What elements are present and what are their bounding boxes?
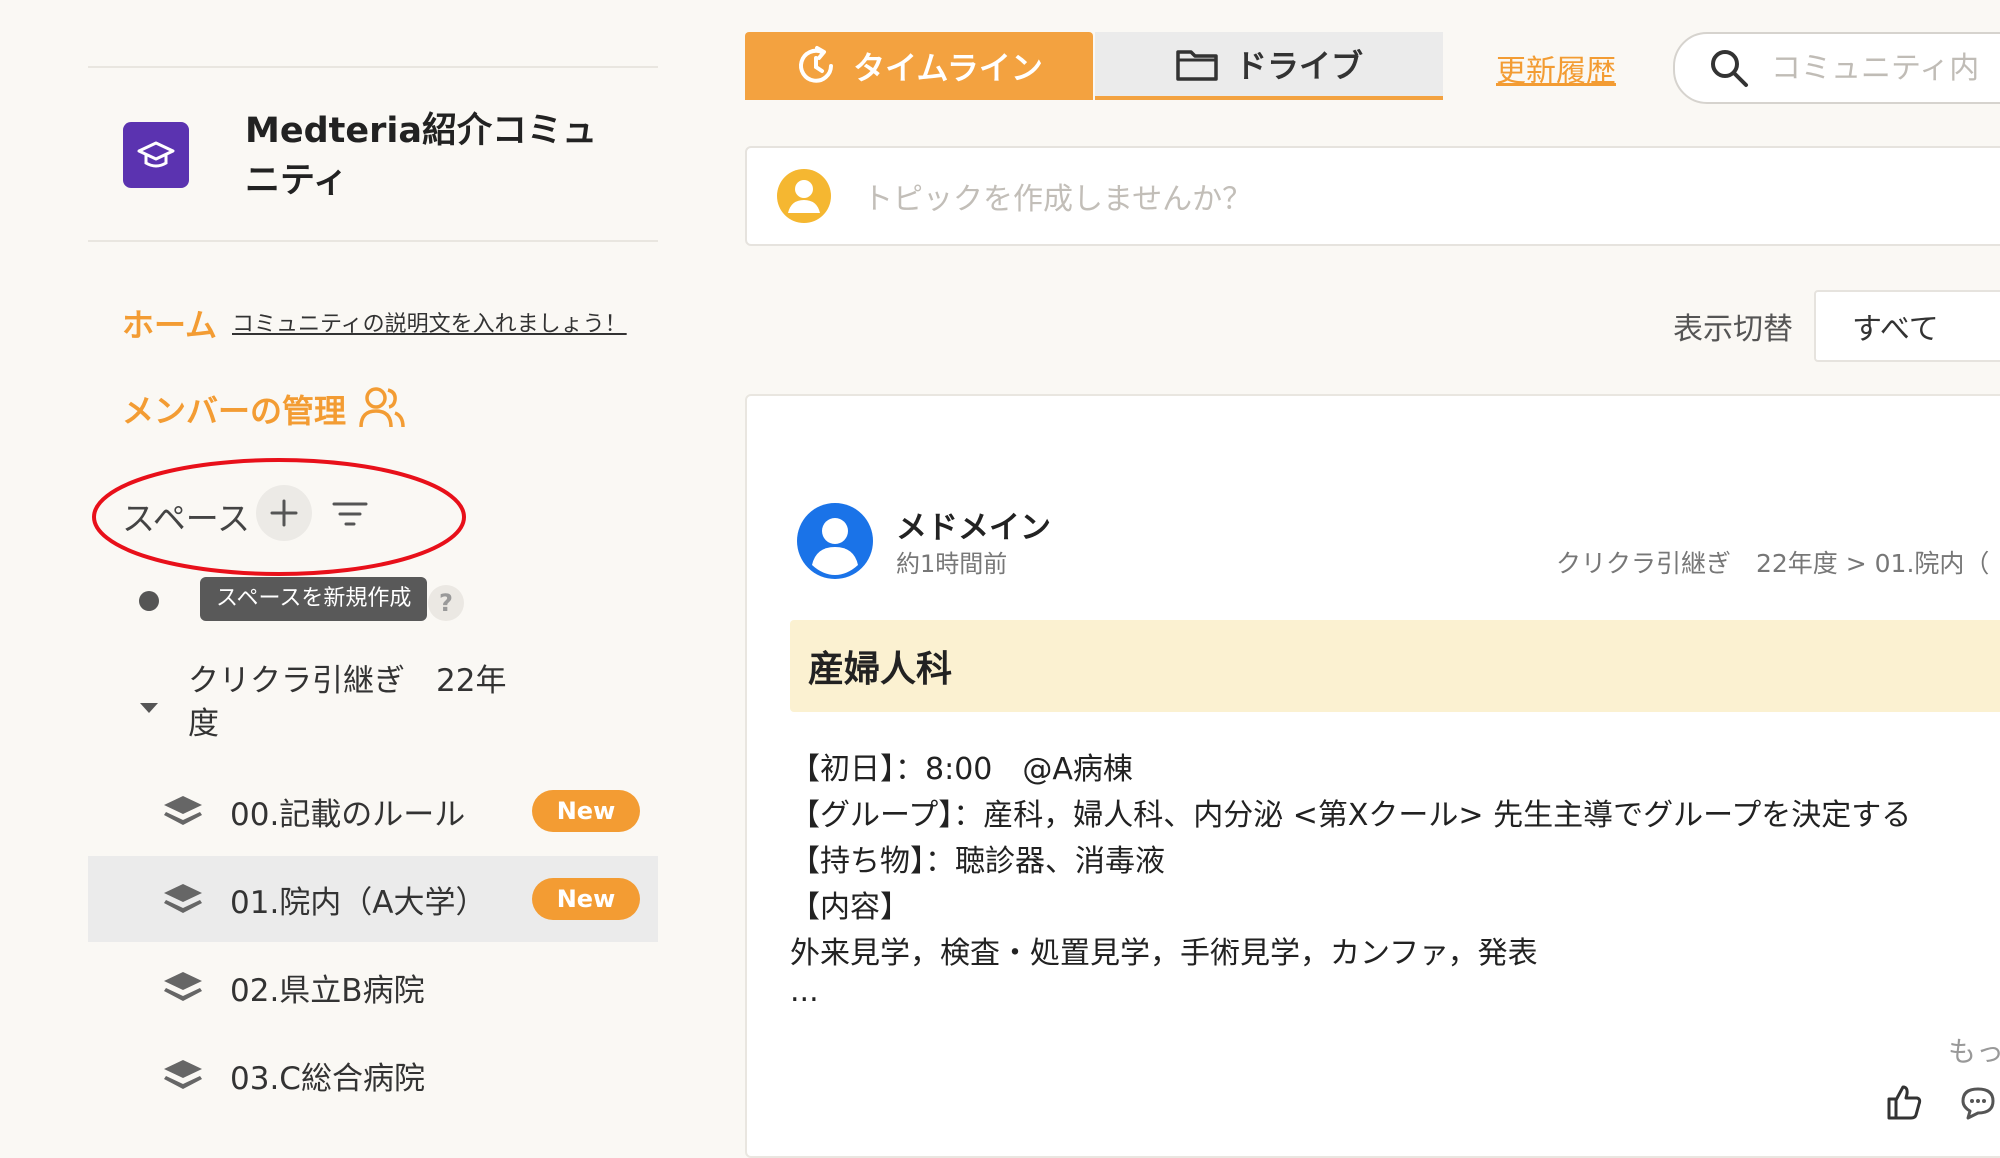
- spaces-label: スペース: [122, 499, 251, 538]
- space-item-label: 01.院内（A大学）: [230, 884, 487, 921]
- new-badge: New: [532, 790, 640, 832]
- space-item-00[interactable]: 00.記載のルール New: [88, 768, 658, 854]
- home-link[interactable]: ホーム: [122, 300, 217, 346]
- member-management-link[interactable]: メンバーの管理: [122, 386, 346, 432]
- tab-drive[interactable]: ドライブ: [1095, 32, 1443, 100]
- space-item-03[interactable]: 03.C総合病院: [88, 1032, 658, 1118]
- tab-timeline-label: タイムライン: [853, 49, 1043, 87]
- chevron-down-icon[interactable]: [138, 700, 160, 716]
- help-icon[interactable]: ?: [428, 585, 464, 621]
- add-space-button[interactable]: [256, 485, 312, 541]
- filter-icon[interactable]: [332, 500, 368, 528]
- post-body-line: ...: [790, 974, 819, 1009]
- plus-icon: [270, 499, 298, 527]
- search-box[interactable]: [1673, 32, 2000, 104]
- view-switch-value: すべて: [1852, 312, 1939, 347]
- bullet-dot-icon: [139, 591, 159, 611]
- post-time: 約1時間前: [896, 550, 1008, 578]
- layers-icon: [164, 796, 202, 825]
- layers-icon: [164, 1060, 202, 1089]
- community-logo: [123, 122, 189, 188]
- post-breadcrumb[interactable]: クリクラ引継ぎ 22年度 > 01.院内（: [1556, 544, 1989, 580]
- space-item-label: 00.記載のルール: [230, 796, 466, 833]
- composer-placeholder: トピックを作成しませんか？: [863, 182, 1253, 217]
- view-switch-select[interactable]: すべて: [1814, 290, 2000, 362]
- thumbs-up-icon[interactable]: [1886, 1084, 1922, 1120]
- graduation-cap-icon: [137, 141, 175, 168]
- space-item-label: 02.県立B病院: [230, 972, 425, 1009]
- layers-icon: [164, 972, 202, 1001]
- space-group-label[interactable]: クリクラ引継ぎ 22年度: [188, 660, 528, 746]
- post-body-line: 外来見学，検査・処置見学，手術見学，カンファ，発表: [790, 936, 1538, 971]
- history-clock-icon: [799, 46, 834, 83]
- folder-icon: [1176, 50, 1218, 81]
- search-input[interactable]: [1769, 49, 2000, 87]
- space-item-02[interactable]: 02.県立B病院: [88, 944, 658, 1030]
- post-body-line: 【初日】：8:00 @A病棟: [790, 752, 1133, 787]
- post-title-bar[interactable]: 産婦人科: [790, 620, 2000, 712]
- members-icon[interactable]: [358, 386, 406, 430]
- author-avatar-icon[interactable]: [797, 503, 873, 579]
- post-body-line: 【持ち物】：聴診器、消毒液: [790, 844, 1165, 879]
- sidebar-top-divider: [88, 66, 658, 68]
- sidebar-header-divider: [88, 240, 658, 242]
- community-description-link[interactable]: コミュニティの説明文を入れましょう！: [232, 306, 627, 338]
- layers-icon: [164, 884, 202, 913]
- topic-composer[interactable]: トピックを作成しませんか？: [745, 146, 2000, 246]
- space-item-label: 03.C総合病院: [230, 1060, 425, 1097]
- view-switch-label: 表示切替: [1673, 312, 1793, 347]
- user-avatar-icon: [777, 169, 831, 223]
- new-space-tooltip: スペースを新規作成: [200, 577, 428, 621]
- post-body-line: 【内容】: [790, 890, 910, 925]
- community-name: Medteria紹介コミュニティ: [245, 111, 597, 201]
- search-icon: [1711, 50, 1748, 87]
- new-badge: New: [532, 878, 640, 920]
- update-history-link[interactable]: 更新履歴: [1496, 46, 1616, 90]
- read-more-link[interactable]: もっ: [1948, 1030, 2000, 1070]
- tab-drive-label: ドライブ: [1234, 47, 1363, 85]
- comment-icon[interactable]: [1960, 1086, 1996, 1120]
- tab-timeline[interactable]: タイムライン: [745, 32, 1093, 100]
- post-body-line: 【グループ】：産科，婦人科、内分泌 <第Xクール> 先生主導でグループを決定する: [790, 798, 1912, 833]
- space-item-01[interactable]: 01.院内（A大学） New: [88, 856, 658, 942]
- post-author[interactable]: メドメイン: [896, 502, 1051, 547]
- post-title: 産婦人科: [808, 649, 953, 690]
